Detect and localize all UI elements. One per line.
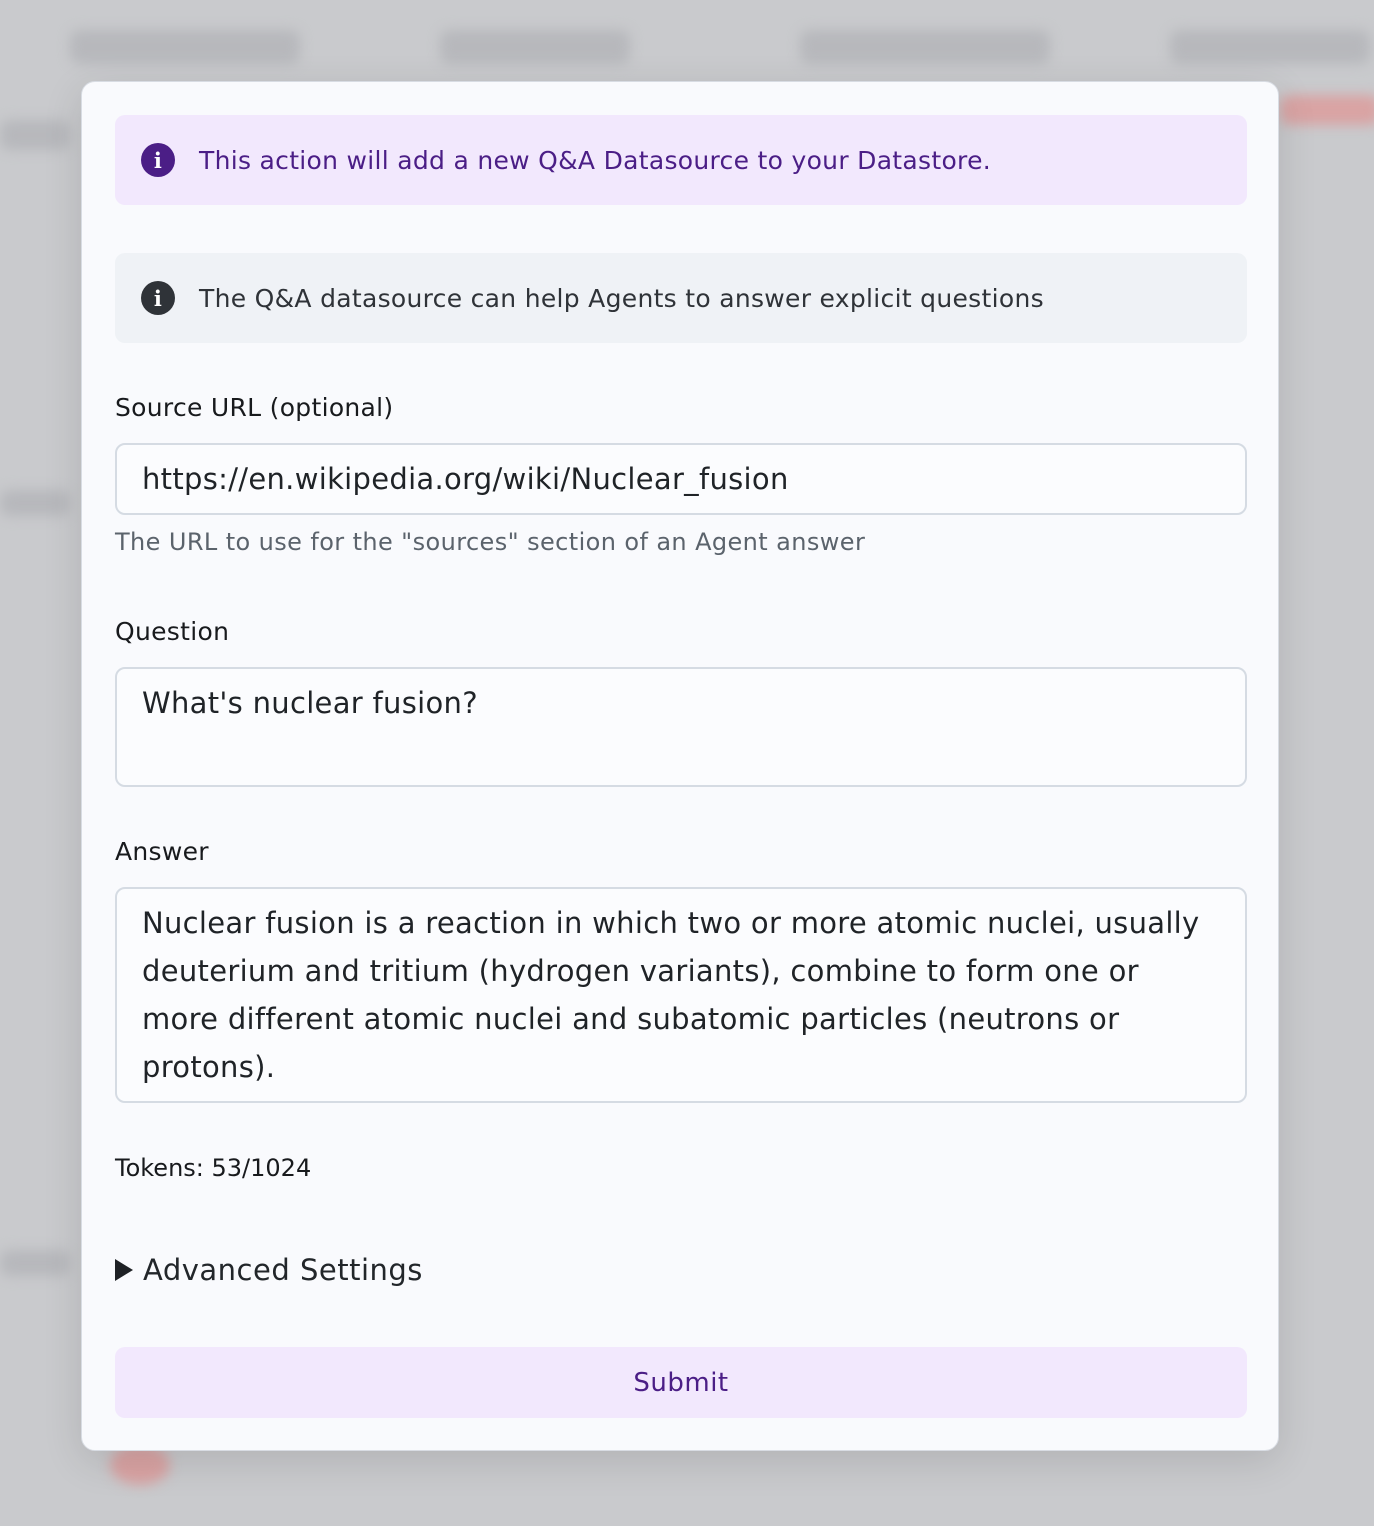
token-counter: Tokens: 53/1024 bbox=[115, 1154, 312, 1182]
advanced-settings-label: Advanced Settings bbox=[143, 1253, 423, 1287]
advanced-settings-toggle[interactable]: Advanced Settings bbox=[115, 1253, 423, 1287]
question-label: Question bbox=[115, 617, 230, 646]
source-url-helper-text: The URL to use for the "sources" section… bbox=[115, 528, 866, 556]
source-url-input[interactable]: https://en.wikipedia.org/wiki/Nuclear_fu… bbox=[115, 443, 1247, 515]
info-icon: i bbox=[141, 143, 175, 177]
answer-label: Answer bbox=[115, 837, 209, 866]
info-alert-neutral: i The Q&A datasource can help Agents to … bbox=[115, 253, 1247, 343]
alert-text: The Q&A datasource can help Agents to an… bbox=[199, 283, 1044, 313]
question-textarea[interactable]: What's nuclear fusion? bbox=[115, 667, 1247, 787]
alert-text: This action will add a new Q&A Datasourc… bbox=[199, 145, 992, 175]
triangle-right-icon bbox=[115, 1259, 133, 1281]
add-qa-datasource-modal: i This action will add a new Q&A Datasou… bbox=[81, 81, 1279, 1451]
answer-textarea[interactable]: Nuclear fusion is a reaction in which tw… bbox=[115, 887, 1247, 1103]
info-icon: i bbox=[141, 281, 175, 315]
info-alert-primary: i This action will add a new Q&A Datasou… bbox=[115, 115, 1247, 205]
source-url-label: Source URL (optional) bbox=[115, 393, 394, 422]
submit-button[interactable]: Submit bbox=[115, 1347, 1247, 1418]
